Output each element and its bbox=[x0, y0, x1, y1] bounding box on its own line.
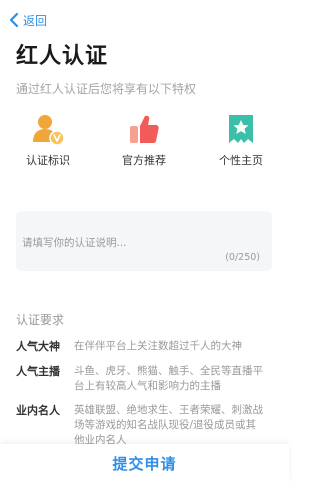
requirement-desc: 在伴伴平台上关注数超过千人的大神 bbox=[74, 340, 242, 352]
page-title: 红人认证 bbox=[16, 44, 109, 69]
privilege-item: 官方推荐 bbox=[104, 112, 184, 168]
chevron-left-icon bbox=[9, 12, 19, 28]
submit-button[interactable]: 提交申请 bbox=[112, 453, 176, 474]
requirement-name: 人气主播 bbox=[16, 365, 60, 378]
requirement-row: 人气主播 斗鱼、虎牙、熊猫、触手、全民等直播平台上有较高人气和影响力的主播 bbox=[16, 364, 276, 394]
requirements-heading: 认证要求 bbox=[16, 313, 65, 327]
requirement-name: 人气大神 bbox=[16, 340, 60, 353]
description-box: (0/250) bbox=[16, 211, 272, 271]
privilege-item: 认证标识 bbox=[8, 112, 88, 168]
requirement-desc: 斗鱼、虎牙、熊猫、触手、全民等直播平台上有较高人气和影响力的主播 bbox=[74, 365, 263, 392]
requirement-name: 业内名人 bbox=[16, 404, 60, 417]
privilege-label: 认证标识 bbox=[26, 154, 70, 167]
privilege-label: 官方推荐 bbox=[122, 154, 166, 167]
requirement-row: 业内名人 英雄联盟、绝地求生、王者荣耀、刺激战场等游戏的知名战队现役/退役成员或… bbox=[16, 403, 276, 448]
page-subtitle: 通过红人认证后您将享有以下特权 bbox=[16, 82, 197, 96]
privileges-list: 认证标识 官方推荐 个性主页 bbox=[0, 112, 289, 172]
privilege-label: 个性主页 bbox=[219, 154, 263, 167]
privilege-item: 个性主页 bbox=[201, 112, 281, 168]
thumbs-up-icon bbox=[130, 115, 159, 143]
submit-bar: 提交申请 bbox=[0, 444, 289, 483]
requirement-desc: 英雄联盟、绝地求生、王者荣耀、刺激战场等游戏的知名战队现役/退役成员或其他业内名… bbox=[74, 404, 263, 446]
back-label: 返回 bbox=[23, 13, 48, 28]
requirement-row: 人气大神 在伴伴平台上关注数超过千人的大神 bbox=[16, 339, 276, 354]
verified-user-icon bbox=[33, 115, 65, 146]
star-page-icon bbox=[229, 115, 253, 143]
char-counter: (0/250) bbox=[225, 252, 260, 263]
back-button[interactable]: 返回 bbox=[8, 10, 47, 30]
verification-page: 返回 红人认证 通过红人认证后您将享有以下特权 认证标识 官方推荐 个性主页 请… bbox=[0, 0, 289, 483]
